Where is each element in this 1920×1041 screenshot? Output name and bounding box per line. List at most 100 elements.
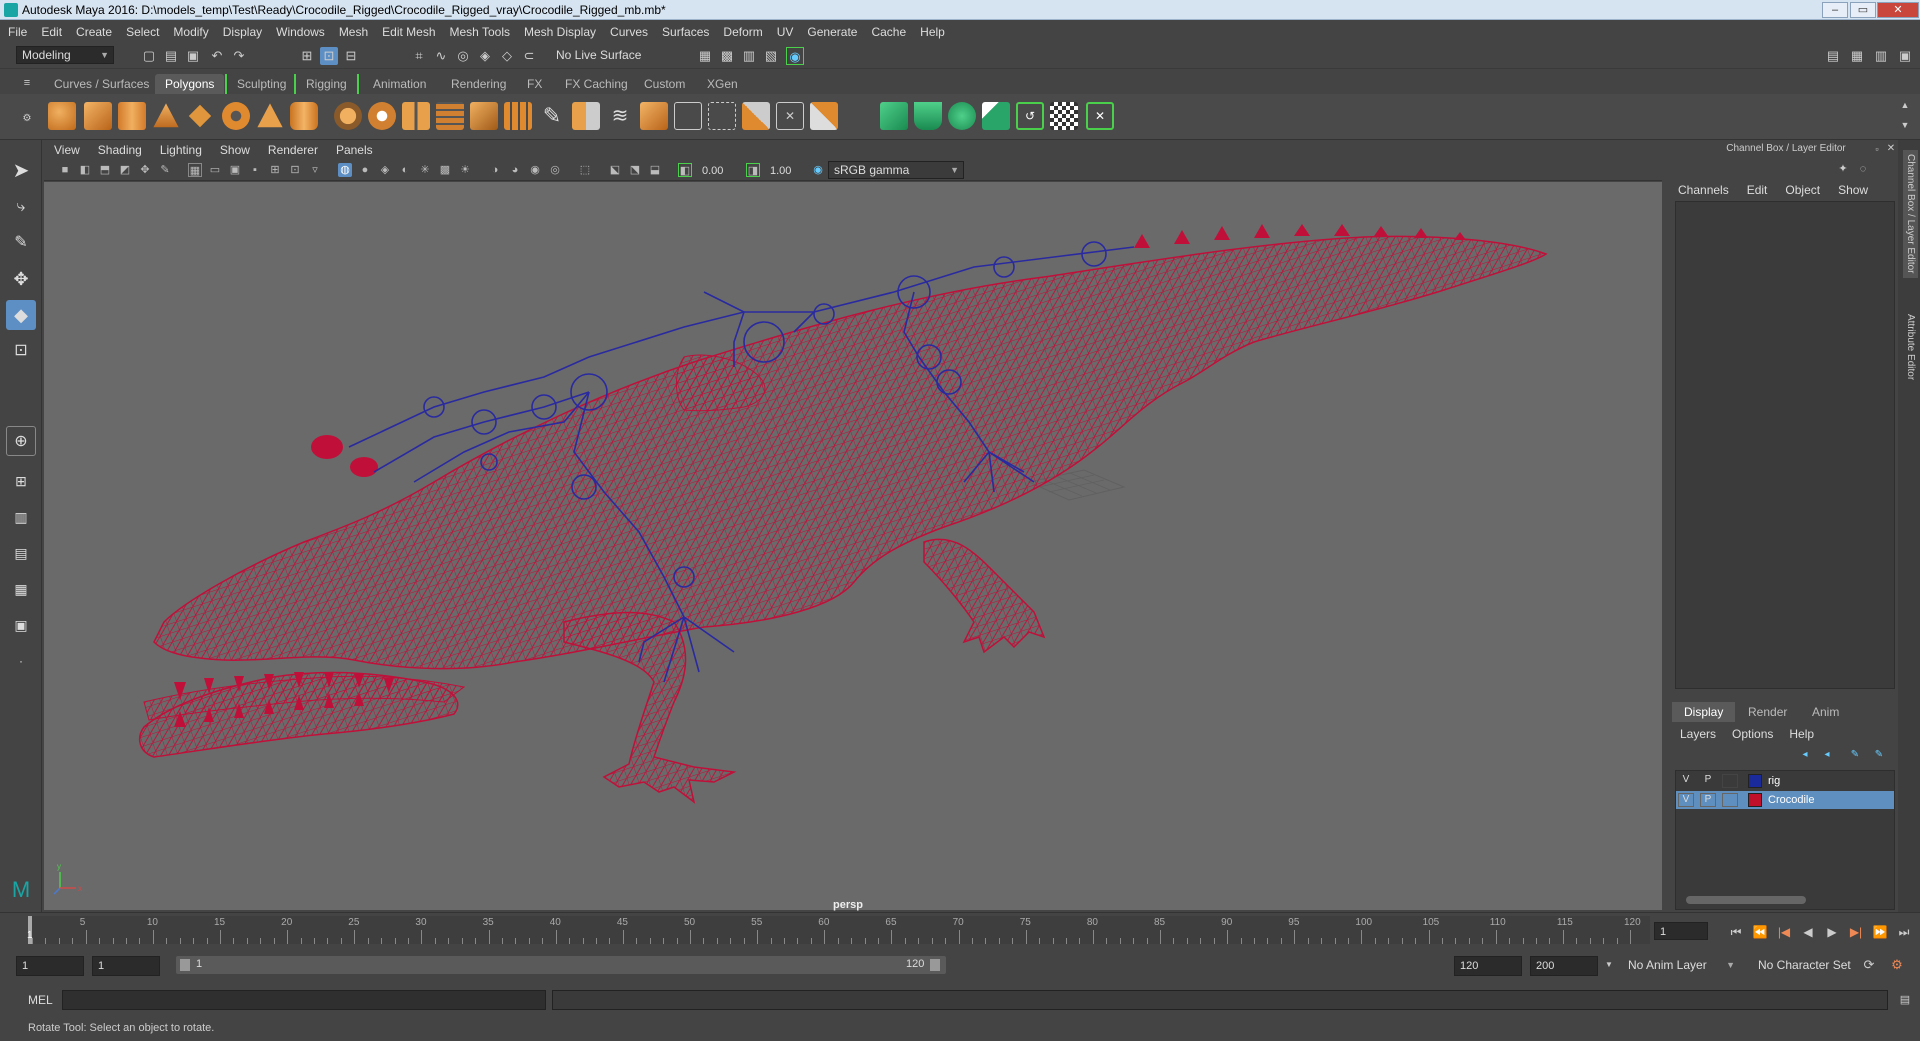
snap-curve-icon[interactable]: ∿ <box>432 47 450 65</box>
color-management-icon[interactable]: ◉ <box>811 163 825 177</box>
panel-menu-shading[interactable]: Shading <box>98 143 142 157</box>
single-perspective-icon[interactable]: ⊕ <box>6 426 36 456</box>
channel-box-tool-icon[interactable]: ✦ <box>1834 160 1852 178</box>
menu-file[interactable]: File <box>8 25 27 39</box>
time-slider[interactable]: 1 5 10 15 20 25 30 35 40 45 50 55 60 65 70 75 80 85 90 95 1… <box>27 916 1650 944</box>
snap-grid-icon[interactable]: ⌗ <box>410 47 428 65</box>
channel-menu-show[interactable]: Show <box>1838 183 1868 197</box>
live-surface-field[interactable]: No Live Surface <box>550 46 658 64</box>
goto-start-icon[interactable]: ⏮ <box>1726 924 1746 940</box>
exposure-icon[interactable]: ◧ <box>678 163 692 177</box>
resolution-gate-icon[interactable]: ▣ <box>228 163 242 177</box>
bevel-icon[interactable] <box>640 102 668 130</box>
open-scene-icon[interactable]: ▤ <box>162 47 180 65</box>
tab-anim[interactable]: Anim <box>1800 702 1851 722</box>
channel-menu-object[interactable]: Object <box>1785 183 1820 197</box>
layer-type-toggle[interactable] <box>1722 793 1738 807</box>
safe-title-icon[interactable]: ▿ <box>308 163 322 177</box>
range-start-handle[interactable] <box>180 959 190 971</box>
play-forward-icon[interactable]: ▶ <box>1822 924 1842 940</box>
panel-layout-icon[interactable]: ▥ <box>1872 47 1890 65</box>
wireframe-on-shaded-icon[interactable]: ◈ <box>378 163 392 177</box>
channel-menu-channels[interactable]: Channels <box>1678 183 1729 197</box>
menu-cache[interactable]: Cache <box>871 25 906 39</box>
shelf-scroll-down-icon[interactable]: ▼ <box>1896 116 1914 134</box>
new-scene-icon[interactable]: ▢ <box>140 47 158 65</box>
layer-visibility-toggle[interactable]: V <box>1678 774 1694 788</box>
textured-icon[interactable]: ▩ <box>438 163 452 177</box>
frame-selected-icon[interactable]: ⬓ <box>648 163 662 177</box>
tab-render[interactable]: Render <box>1736 702 1799 722</box>
persp-outliner-icon[interactable]: ▥ <box>6 502 36 532</box>
panel-menu-show[interactable]: Show <box>220 143 250 157</box>
menu-create[interactable]: Create <box>76 25 112 39</box>
layer-row-rig[interactable]: V P rig <box>1676 772 1894 790</box>
persp-hypershade-icon[interactable]: ▦ <box>6 574 36 604</box>
tab-display[interactable]: Display <box>1672 702 1736 722</box>
gate-mask-icon[interactable]: ▪ <box>248 163 262 177</box>
camera-attr-icon[interactable]: ◧ <box>78 163 92 177</box>
layer-visibility-toggle[interactable]: V <box>1678 793 1694 807</box>
layer-menu-layers[interactable]: Layers <box>1680 727 1716 741</box>
close-button[interactable]: ✕ <box>1877 2 1919 18</box>
snap-point-icon[interactable]: ◎ <box>454 47 472 65</box>
poly-torus-icon[interactable] <box>222 102 250 130</box>
preferences-icon[interactable]: ⚙ <box>1888 956 1906 974</box>
snap-view-icon[interactable]: ◈ <box>476 47 494 65</box>
channel-box-area[interactable] <box>1675 201 1895 689</box>
lights-icon[interactable]: ☀ <box>458 163 472 177</box>
channel-menu-edit[interactable]: Edit <box>1747 183 1768 197</box>
tab-custom[interactable]: Custom <box>634 74 695 94</box>
tab-rigging[interactable]: Rigging <box>294 74 359 94</box>
scrollbar-thumb[interactable] <box>1686 896 1806 904</box>
panel-menu-view[interactable]: View <box>54 143 80 157</box>
menu-mesh[interactable]: Mesh <box>339 25 368 39</box>
lasso-tool-icon[interactable]: ⤷ <box>6 192 36 222</box>
step-back-icon[interactable]: ⏪ <box>1750 924 1770 940</box>
shelf-menu-icon[interactable]: ≡ <box>18 74 36 92</box>
tab-fx-caching[interactable]: FX Caching <box>555 74 638 94</box>
xray-icon[interactable]: ◐ <box>398 163 412 177</box>
poly-plane-icon[interactable] <box>188 104 212 128</box>
viewport-persp[interactable]: y x <box>44 182 1662 910</box>
shadows-icon[interactable]: ◑ <box>488 163 502 177</box>
move-layer-up-icon[interactable]: ◂ <box>1796 746 1814 764</box>
grid-toggle-icon[interactable]: ▦ <box>188 163 202 177</box>
menu-mesh-tools[interactable]: Mesh Tools <box>450 25 510 39</box>
uv-unfold-icon[interactable]: ✕ <box>1086 102 1114 130</box>
tab-polygons[interactable]: Polygons <box>155 74 225 94</box>
uv-cylindrical-icon[interactable] <box>914 102 942 130</box>
mirror-icon[interactable] <box>810 102 838 130</box>
image-plane-icon[interactable]: ◩ <box>118 163 132 177</box>
play-backward-icon[interactable]: ◀ <box>1798 924 1818 940</box>
mel-label[interactable]: MEL <box>28 993 53 1007</box>
render-settings-icon[interactable]: ▧ <box>762 47 780 65</box>
exposure-field[interactable]: 0.00 <box>696 161 738 179</box>
select-hierarchy-icon[interactable]: ⊞ <box>298 47 316 65</box>
merge-icon[interactable] <box>742 102 770 130</box>
motion-blur-icon[interactable]: ◉ <box>528 163 542 177</box>
colorspace-dropdown[interactable]: sRGB gamma ▼ <box>828 161 964 179</box>
command-input[interactable] <box>62 990 546 1010</box>
bookmark-icon[interactable]: ⬒ <box>98 163 112 177</box>
persp-trax-icon[interactable]: ▣ <box>6 610 36 640</box>
xray-joints-icon[interactable]: ✳ <box>418 163 432 177</box>
layer-type-toggle[interactable] <box>1722 774 1738 788</box>
persp-graph-icon[interactable]: ▤ <box>6 538 36 568</box>
redo-icon[interactable]: ↷ <box>230 47 248 65</box>
tab-fx[interactable]: FX <box>517 74 552 94</box>
poly-sphere-icon[interactable] <box>48 102 76 130</box>
poly-cylinder-icon[interactable] <box>118 102 146 130</box>
channel-box-toggle-icon[interactable]: ▣ <box>1896 47 1914 65</box>
uv-spherical-icon[interactable] <box>948 102 976 130</box>
chevron-down-icon[interactable]: ▼ <box>1600 956 1618 974</box>
panel-menu-lighting[interactable]: Lighting <box>160 143 202 157</box>
auto-key-icon[interactable]: ⟳ <box>1860 956 1878 974</box>
average-icon[interactable] <box>504 102 532 130</box>
wireframe-icon[interactable]: ◍ <box>338 163 352 177</box>
menu-display[interactable]: Display <box>223 25 262 39</box>
menuset-dropdown[interactable]: Modeling ▼ <box>16 46 114 64</box>
panel-menu-panels[interactable]: Panels <box>336 143 373 157</box>
smooth-icon[interactable] <box>436 102 464 130</box>
minimize-button[interactable]: – <box>1822 2 1848 18</box>
